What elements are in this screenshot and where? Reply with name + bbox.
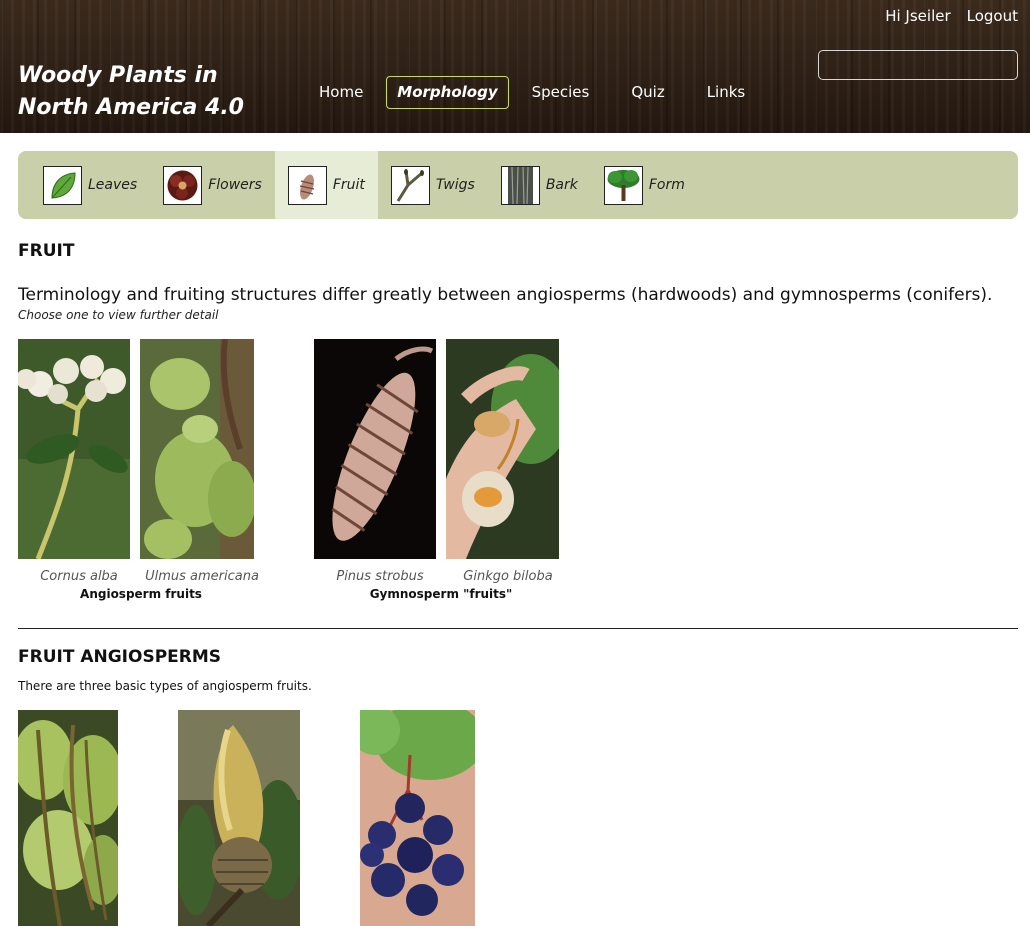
- main-nav: Home Morphology Species Quiz Links: [300, 76, 768, 109]
- caption-ginkgo-biloba: Ginkgo biloba: [463, 569, 553, 584]
- photo-angiosperm-berries[interactable]: [360, 710, 475, 926]
- nav-home[interactable]: Home: [300, 76, 382, 109]
- site-header: Woody Plants in North America 4.0 Hi Jse…: [0, 0, 1030, 133]
- section-heading-fruit-angiosperms: FRUIT ANGIOSPERMS: [18, 647, 222, 667]
- leaf-icon: [43, 165, 82, 205]
- cone-icon: [287, 165, 327, 205]
- label-gymnosperm-fruits[interactable]: Gymnosperm "fruits": [340, 587, 542, 601]
- tab-label: Flowers: [208, 177, 262, 193]
- tab-bark[interactable]: Bark: [488, 151, 591, 219]
- tab-label: Bark: [545, 177, 578, 193]
- user-bar: Hi Jseiler Logout: [885, 7, 1018, 25]
- angiosperm-intro: There are three basic types of angiosper…: [18, 679, 312, 693]
- morphology-tabs: Leaves Flowers Fruit Twigs Bark Form: [18, 151, 1018, 219]
- tab-flowers[interactable]: Flowers: [150, 151, 275, 219]
- nav-morphology[interactable]: Morphology: [386, 76, 509, 109]
- label-angiosperm-fruits[interactable]: Angiosperm fruits: [40, 587, 242, 601]
- fruit-hint: Choose one to view further detail: [18, 308, 219, 322]
- twig-icon: [390, 165, 430, 205]
- caption-ulmus-americana: Ulmus americana: [145, 569, 259, 584]
- nav-links[interactable]: Links: [688, 76, 765, 109]
- tab-label: Fruit: [332, 177, 365, 193]
- caption-pinus-strobus: Pinus strobus: [336, 569, 424, 584]
- nav-species[interactable]: Species: [513, 76, 609, 109]
- photo-cornus-alba[interactable]: [18, 339, 130, 559]
- tab-label: Leaves: [88, 177, 138, 193]
- fruit-intro: Terminology and fruiting structures diff…: [18, 285, 993, 305]
- nav-quiz[interactable]: Quiz: [612, 76, 683, 109]
- search-input[interactable]: [818, 50, 1018, 80]
- photo-ginkgo-biloba[interactable]: [446, 339, 559, 559]
- section-heading-fruit: FRUIT: [18, 241, 75, 261]
- logout-link[interactable]: Logout: [967, 7, 1018, 25]
- tab-fruit[interactable]: Fruit: [274, 151, 378, 219]
- photo-pinus-strobus[interactable]: [314, 339, 436, 559]
- section-divider: [18, 628, 1018, 629]
- site-title[interactable]: Woody Plants in North America 4.0: [18, 60, 278, 124]
- tree-icon: [603, 165, 643, 205]
- tab-label: Twigs: [435, 177, 475, 193]
- tab-label: Form: [648, 177, 685, 193]
- photo-angiosperm-pods[interactable]: [18, 710, 118, 926]
- photo-angiosperm-acorn[interactable]: [178, 710, 300, 926]
- tab-form[interactable]: Form: [591, 151, 698, 219]
- user-greeting: Hi Jseiler: [885, 7, 951, 25]
- photo-ulmus-americana[interactable]: [140, 339, 254, 559]
- flower-icon: [163, 165, 203, 205]
- bark-icon: [500, 165, 540, 205]
- tab-leaves[interactable]: Leaves: [30, 151, 150, 219]
- tab-twigs[interactable]: Twigs: [378, 151, 488, 219]
- caption-cornus-alba: Cornus alba: [40, 569, 118, 584]
